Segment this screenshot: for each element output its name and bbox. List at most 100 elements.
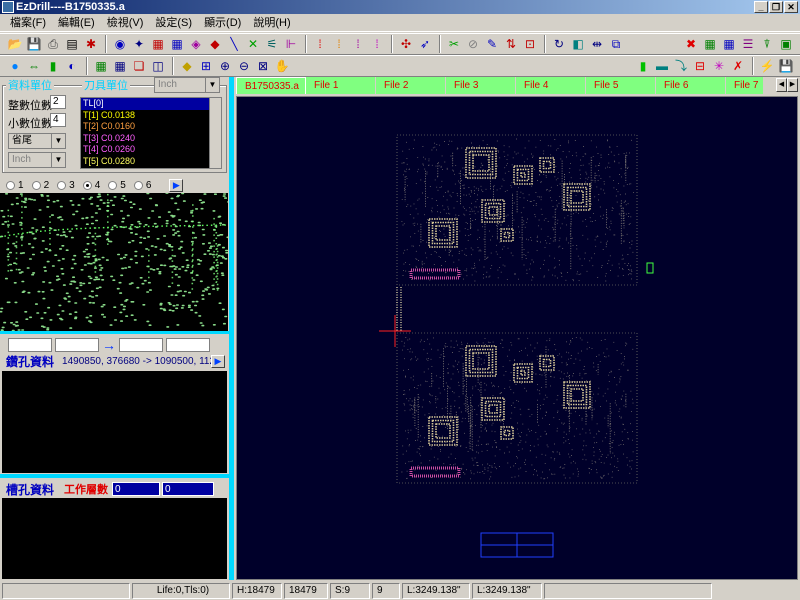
route-icon[interactable]: ✣: [397, 35, 415, 53]
tool-row-4[interactable]: T[4] C0.0260: [81, 144, 221, 156]
bar-icon[interactable]: ▬: [653, 57, 671, 75]
tab-scroll-left-icon[interactable]: ◀: [776, 78, 787, 92]
zero-mode-combo[interactable]: 省尾 ▼: [8, 133, 66, 149]
mark-a-icon[interactable]: ▮: [634, 57, 652, 75]
chevron-down-icon[interactable]: ▼: [51, 134, 65, 148]
green-rect-icon[interactable]: ▮: [44, 57, 62, 75]
diamond-icon[interactable]: ◆: [178, 57, 196, 75]
menu-help[interactable]: 說明(H): [247, 15, 296, 31]
minimize-button[interactable]: _: [754, 1, 768, 13]
menu-edit[interactable]: 編輯(E): [52, 15, 101, 31]
filter-icon[interactable]: ⍒: [758, 35, 776, 53]
drill-data-list[interactable]: [2, 371, 227, 473]
scale-icon[interactable]: ⇹: [588, 35, 606, 53]
data-unit-combo[interactable]: Inch ▼: [8, 152, 66, 168]
tab-scroll-right-icon[interactable]: ▶: [787, 78, 798, 92]
arrows-icon[interactable]: ⇔: [25, 57, 43, 75]
menu-display[interactable]: 顯示(D): [198, 15, 247, 31]
tab-file-1[interactable]: File 1: [306, 77, 376, 94]
shape-icon[interactable]: ◆: [206, 35, 224, 53]
zoom-in-icon[interactable]: ⊕: [216, 57, 234, 75]
coord-x2-input[interactable]: [119, 338, 163, 352]
tool-unit-combo[interactable]: Inch ▼: [154, 77, 220, 93]
pencil-icon[interactable]: ✎: [483, 35, 501, 53]
restore-button[interactable]: ❐: [769, 1, 783, 13]
x-icon[interactable]: ✗: [729, 57, 747, 75]
tool-row-3[interactable]: T[3] C0.0240: [81, 133, 221, 145]
tab-file-3[interactable]: File 3: [446, 77, 516, 94]
blocks-icon[interactable]: ◈: [187, 35, 205, 53]
radio-3[interactable]: 3: [57, 180, 75, 191]
menu-file[interactable]: 檔案(F): [4, 15, 52, 31]
tool-icon[interactable]: ✱: [82, 35, 100, 53]
play-icon[interactable]: ▶: [211, 354, 225, 368]
tab-file-5[interactable]: File 5: [586, 77, 656, 94]
document-icon[interactable]: ▤: [63, 35, 81, 53]
coord-x1-input[interactable]: [8, 338, 52, 352]
tool-row-5[interactable]: T[5] C0.0280: [81, 156, 221, 168]
tab-file-4[interactable]: File 4: [516, 77, 586, 94]
tool-row-2[interactable]: T[2] C0.0160: [81, 121, 221, 133]
mirror-icon[interactable]: ⇅: [502, 35, 520, 53]
radio-1[interactable]: 1: [6, 180, 24, 191]
layers-icon[interactable]: ◫: [149, 57, 167, 75]
tool-list[interactable]: TL[0] T[1] C0.0138 T[2] C0.0160 T[3] C0.…: [80, 97, 222, 169]
tool-row-1[interactable]: T[1] C0.0138: [81, 110, 221, 122]
vertical-splitter[interactable]: [229, 77, 234, 580]
delete-icon[interactable]: ✖: [682, 35, 700, 53]
zoom-window-icon[interactable]: ⊠: [254, 57, 272, 75]
zoom-box-icon[interactable]: ⊡: [521, 35, 539, 53]
splitter-bar-2[interactable]: [0, 474, 229, 478]
minus-icon[interactable]: ⊟: [691, 57, 709, 75]
target-icon[interactable]: ◉: [111, 35, 129, 53]
tab-file-2[interactable]: File 2: [376, 77, 446, 94]
cross-icon[interactable]: ✕: [244, 35, 262, 53]
tab-file-6[interactable]: File 6: [656, 77, 726, 94]
path-icon[interactable]: ➶: [416, 35, 434, 53]
grid-red-icon[interactable]: ▦: [149, 35, 167, 53]
cascade-icon[interactable]: ❏: [130, 57, 148, 75]
tool-list-scrollbar[interactable]: [209, 98, 221, 168]
pattern-icon[interactable]: ⚟: [263, 35, 281, 53]
radio-5[interactable]: 5: [108, 180, 126, 191]
radio-2[interactable]: 2: [31, 180, 49, 191]
window-icon[interactable]: ⧉: [607, 35, 625, 53]
nc-icon[interactable]: ▣: [777, 35, 795, 53]
circle-icon[interactable]: ●: [6, 57, 24, 75]
pan-icon[interactable]: ✋: [273, 57, 291, 75]
menu-view[interactable]: 檢視(V): [101, 15, 150, 31]
open-folder-icon[interactable]: 📂: [6, 35, 24, 53]
dec-digits-input[interactable]: 4: [50, 113, 66, 127]
zoom-preview[interactable]: [0, 193, 228, 331]
tab-file-main[interactable]: B1750335.a: [236, 77, 306, 94]
drill-icon[interactable]: ✦: [130, 35, 148, 53]
menu-settings[interactable]: 設定(S): [149, 15, 198, 31]
list-icon[interactable]: ☰: [739, 35, 757, 53]
zoom-fit-icon[interactable]: ⊞: [197, 57, 215, 75]
grid-blue-icon[interactable]: ▦: [168, 35, 186, 53]
save-icon[interactable]: 💾: [25, 35, 43, 53]
drill-bit-icon[interactable]: ⤵: [672, 57, 690, 75]
disk-icon[interactable]: 💾: [777, 57, 795, 75]
table-icon[interactable]: ▦: [720, 35, 738, 53]
chevron-down-icon[interactable]: ▼: [205, 78, 219, 92]
coord-y2-input[interactable]: [166, 338, 210, 352]
tool-row-0[interactable]: TL[0]: [81, 98, 221, 110]
mark-orange-icon[interactable]: ⁞: [330, 35, 348, 53]
tile-icon[interactable]: ▦: [92, 57, 110, 75]
close-button[interactable]: ✕: [784, 1, 798, 13]
chevron-down-icon[interactable]: ▼: [51, 153, 65, 167]
calc-icon[interactable]: ▦: [701, 35, 719, 53]
align-icon[interactable]: ⊩: [282, 35, 300, 53]
tile2-icon[interactable]: ▦: [111, 57, 129, 75]
slot-data-list[interactable]: [2, 498, 227, 579]
mark-red-icon[interactable]: ⁞: [311, 35, 329, 53]
tab-file-7[interactable]: File 7: [726, 77, 764, 94]
star-icon[interactable]: ✳: [710, 57, 728, 75]
mark-magenta-icon[interactable]: ⁞: [368, 35, 386, 53]
play-icon[interactable]: ▶: [169, 178, 184, 192]
radio-4[interactable]: 4: [82, 180, 100, 191]
link-icon[interactable]: ⊘: [464, 35, 482, 53]
zoom-out-icon[interactable]: ⊖: [235, 57, 253, 75]
wand-icon[interactable]: ⚡: [758, 57, 776, 75]
